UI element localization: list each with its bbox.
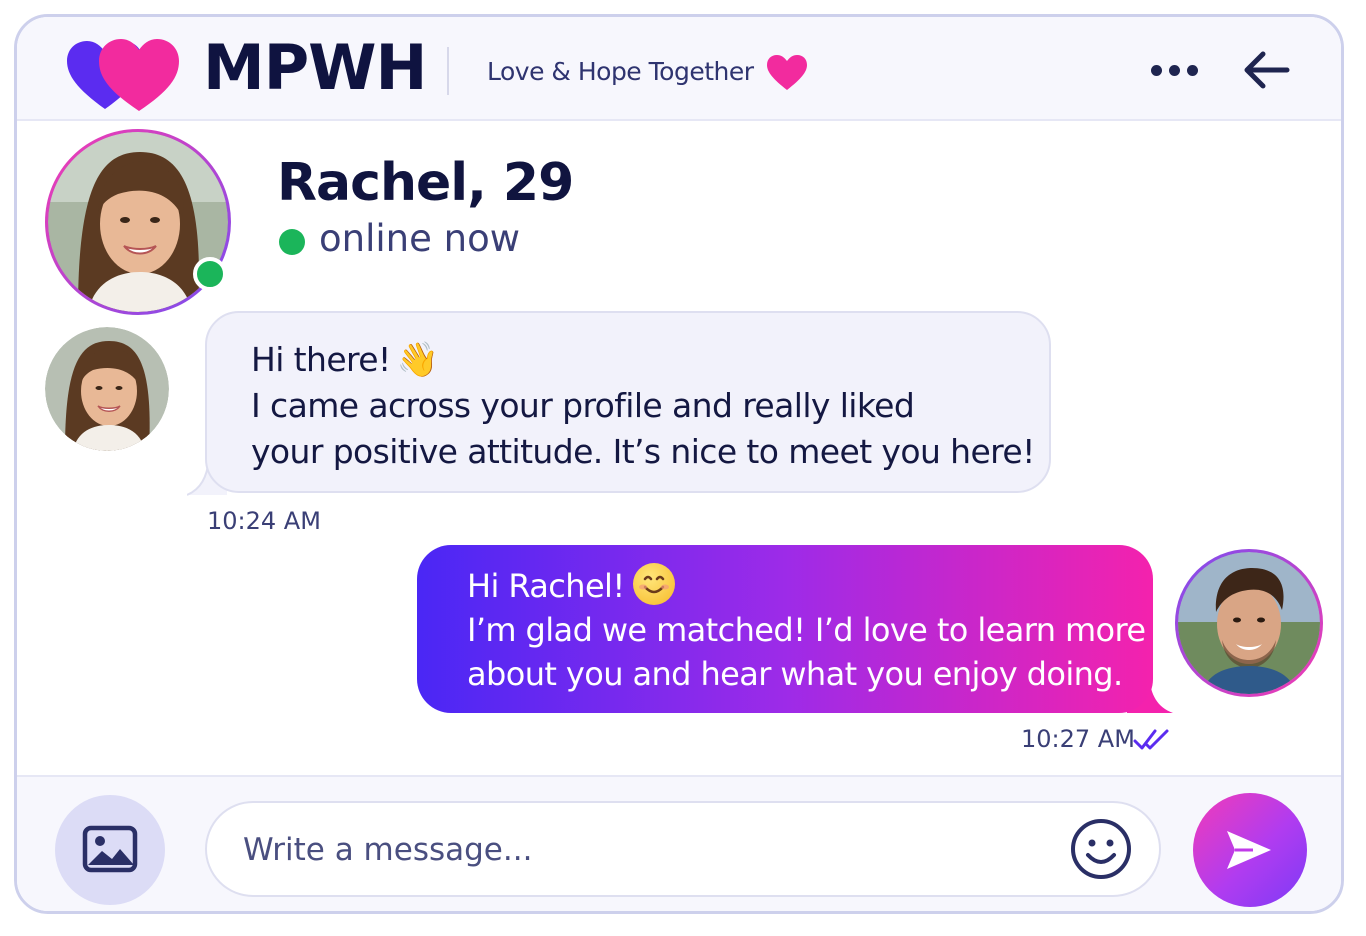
brand-name: MPWH <box>203 31 427 104</box>
online-indicator <box>193 257 227 291</box>
outgoing-message-bubble[interactable]: Hi Rachel! I’m glad we matched! I’d love… <box>417 545 1153 713</box>
user-avatar <box>1175 549 1323 697</box>
header-divider <box>447 47 449 95</box>
double-check-icon <box>1133 729 1169 750</box>
back-arrow-icon[interactable] <box>1239 45 1293 95</box>
waving-hand-emoji: 👋 <box>396 340 439 380</box>
message-input-container <box>205 801 1161 897</box>
more-icon-dot <box>1169 65 1180 76</box>
avatar-image <box>1178 552 1320 694</box>
incoming-message-text: Hi there! 👋 I came across your profile an… <box>251 337 1035 475</box>
more-icon <box>1151 65 1162 76</box>
incoming-message-bubble[interactable]: Hi there! 👋 I came across your profile an… <box>205 311 1051 493</box>
send-button[interactable] <box>1193 793 1307 907</box>
avatar-image <box>45 327 169 451</box>
message-line: Hi there! <box>251 340 391 379</box>
tagline: Love & Hope Together <box>487 57 754 86</box>
message-line: Hi Rachel! <box>467 567 625 605</box>
profile-name: Rachel, 29 <box>277 153 574 213</box>
message-line: your positive attitude. It’s nice to mee… <box>251 432 1035 471</box>
message-input[interactable] <box>241 825 1025 875</box>
sender-avatar <box>45 327 169 451</box>
attach-image-button[interactable] <box>55 795 165 905</box>
app-header: MPWH Love & Hope Together <box>17 17 1341 121</box>
smiling-face-emoji <box>632 563 675 605</box>
online-status: online now <box>319 217 520 260</box>
hearts-logo-icon <box>67 39 179 111</box>
message-composer <box>17 775 1341 911</box>
emoji-icon[interactable] <box>1069 817 1133 881</box>
more-options-button[interactable] <box>1147 47 1201 91</box>
message-line: about you and hear what you enjoy doing. <box>467 655 1123 693</box>
chat-window: MPWH Love & Hope Together Rachel, 29 onl… <box>14 14 1344 914</box>
outgoing-message-text: Hi Rachel! I’m glad we matched! I’d love… <box>467 563 1146 696</box>
heart-icon <box>767 55 807 90</box>
image-icon <box>82 825 138 873</box>
status-dot <box>279 229 305 255</box>
outgoing-timestamp: 10:27 AM <box>1021 725 1135 753</box>
send-icon <box>1227 831 1271 869</box>
message-line: I came across your profile and really li… <box>251 386 915 425</box>
incoming-timestamp: 10:24 AM <box>207 507 321 535</box>
more-icon-dot <box>1187 65 1198 76</box>
message-line: I’m glad we matched! I’d love to learn m… <box>467 611 1146 649</box>
